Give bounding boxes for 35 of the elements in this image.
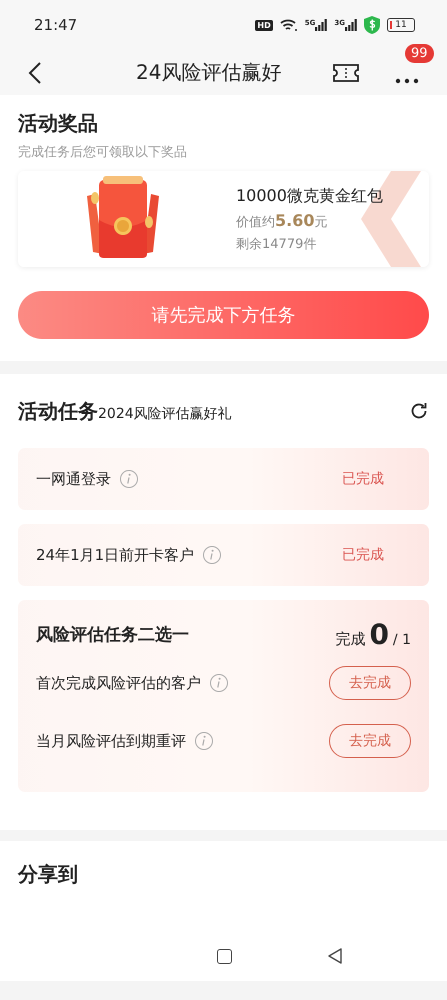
task-name: 24年1月1日前开卡客户 — [36, 546, 194, 564]
task-name: 当月风险评估到期重评 — [36, 732, 186, 750]
activity-name: 2024风险评估赢好礼 — [98, 404, 232, 422]
task-group-title: 风险评估任务二选一 — [36, 624, 189, 646]
battery-level: 11 — [395, 20, 407, 30]
signal-icon — [345, 19, 357, 31]
page-title: 24风险评估赢好 — [136, 59, 282, 86]
status-time: 21:47 — [34, 16, 78, 34]
signal-icon — [315, 19, 328, 31]
task-status: 已完成 — [342, 546, 384, 564]
progress-label: 完成 — [335, 630, 366, 648]
task-status: 已完成 — [342, 470, 384, 488]
back-triangle-icon[interactable] — [327, 947, 343, 965]
complete-tasks-button[interactable]: 请先完成下方任务 — [18, 291, 429, 339]
home-icon[interactable] — [217, 948, 232, 964]
section-title: 分享到 — [18, 861, 79, 888]
task-name: 首次完成风险评估的客户 — [36, 674, 201, 692]
section-title: 活动奖品 — [18, 110, 99, 137]
back-icon[interactable] — [28, 60, 42, 84]
section-title: 活动任务 — [18, 398, 98, 424]
progress-count: 0 — [369, 618, 389, 650]
progress-total: / 1 — [392, 632, 411, 648]
more-icon[interactable] — [395, 78, 419, 84]
refresh-icon[interactable] — [409, 401, 429, 421]
ticket-icon[interactable] — [332, 62, 360, 82]
go-complete-button[interactable]: 去完成 — [329, 666, 411, 700]
task-name: 一网通登录 — [36, 470, 111, 488]
prize-name: 10000微克黄金红包 — [236, 186, 383, 206]
hd-label: HD — [255, 20, 273, 30]
section-subtitle: 完成任务后您可领取以下奖品 — [18, 144, 188, 161]
prize-stock: 剩余14779件 — [236, 236, 318, 252]
prize-value: 价值约5.60元 — [236, 210, 328, 230]
wifi-icon — [280, 18, 298, 32]
go-complete-button[interactable]: 去完成 — [329, 724, 411, 758]
shield-icon — [364, 16, 380, 34]
